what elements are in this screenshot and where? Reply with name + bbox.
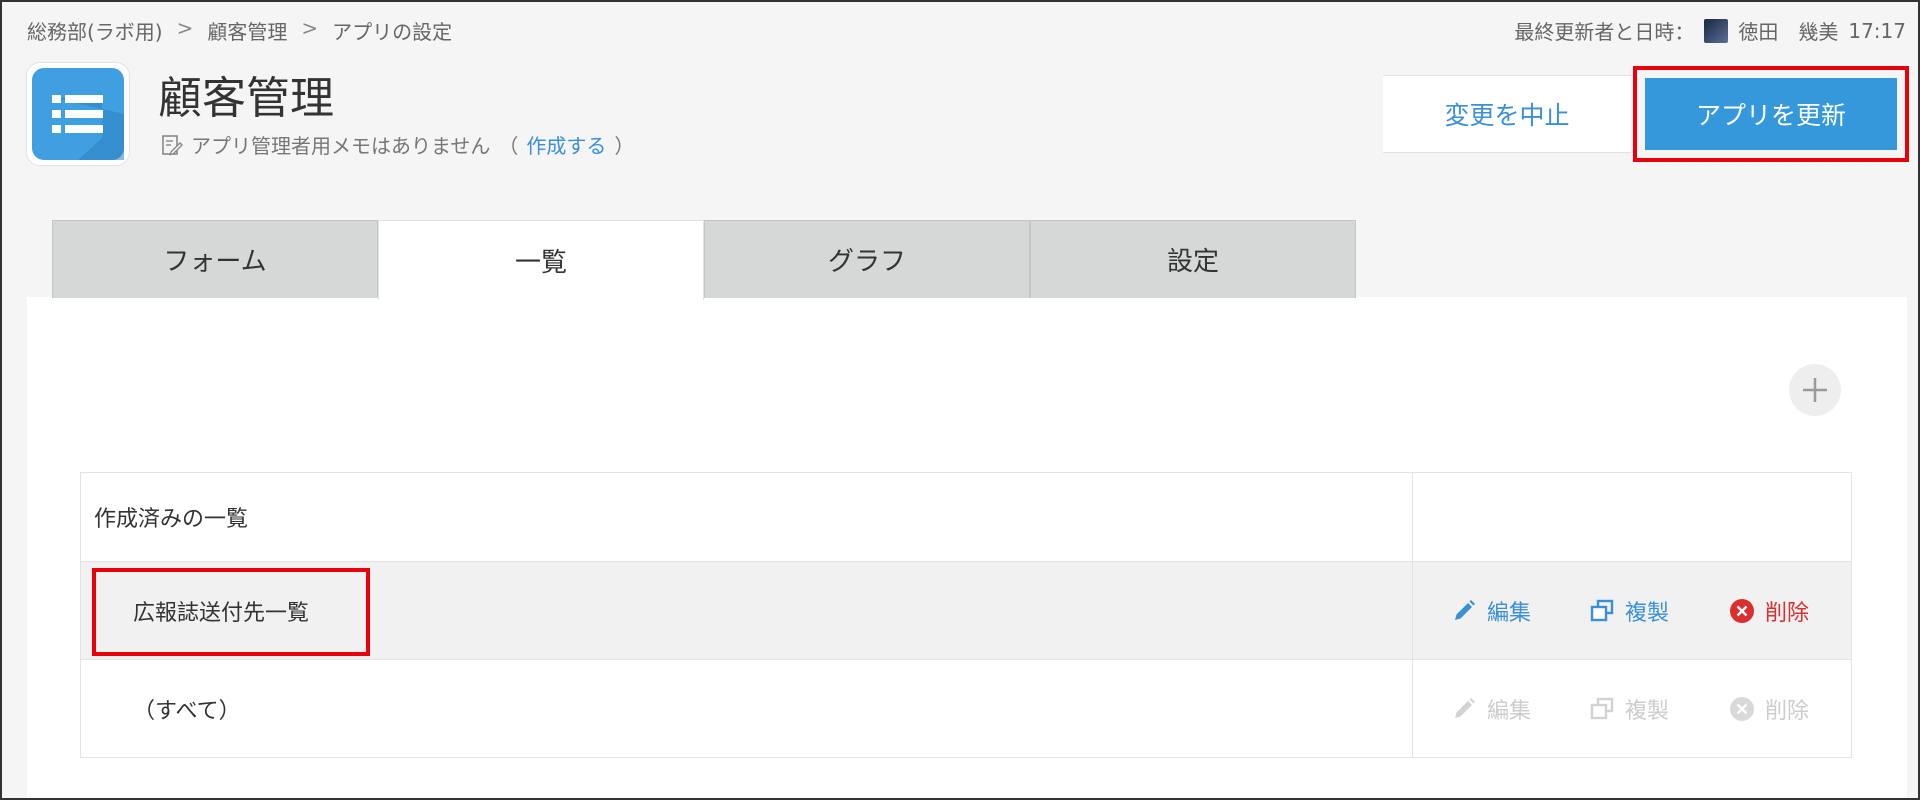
breadcrumb-separator: >: [176, 16, 194, 40]
delete-label: 削除: [1765, 600, 1810, 626]
last-updated-label: 最終更新者と日時：: [1514, 20, 1695, 44]
tab-graph[interactable]: グラフ: [704, 220, 1030, 298]
view-name-cell: （すべて）: [81, 660, 1413, 757]
last-updated-time: 17:17: [1848, 18, 1906, 43]
last-updated-info: 最終更新者と日時： 徳田 幾美 17:17: [1514, 16, 1906, 45]
cancel-area: 変更を中止: [1383, 75, 1631, 153]
create-memo-link[interactable]: 作成する: [526, 130, 606, 159]
copy-label: 複製: [1625, 698, 1670, 724]
views-table: 作成済みの一覧 広報誌送付先一覧 編集 複製 削除 （すべて） 編集 複製 削除: [80, 472, 1852, 758]
cancel-changes-button[interactable]: 変更を中止: [1444, 96, 1569, 132]
memo-text: アプリ管理者用メモはありません: [191, 134, 491, 158]
add-view-button[interactable]: [1789, 364, 1841, 416]
views-table-header: 作成済みの一覧: [81, 473, 1413, 561]
pencil-icon: [1455, 697, 1475, 718]
app-memo: アプリ管理者用メモはありません （ 作成する ）: [161, 130, 634, 159]
tab-settings[interactable]: 設定: [1030, 220, 1356, 298]
delete-view-button-disabled: 削除: [1729, 693, 1829, 725]
settings-tabs: フォーム 一覧 グラフ 設定: [52, 220, 1356, 300]
memo-paren-open: （: [498, 134, 519, 158]
copy-view-button[interactable]: 複製: [1589, 595, 1729, 627]
list-icon: [32, 68, 124, 160]
breadcrumb-separator: >: [301, 16, 319, 40]
copy-label: 複製: [1625, 600, 1670, 626]
edit-label: 編集: [1487, 698, 1532, 724]
update-highlight-box: アプリを更新: [1633, 66, 1909, 162]
table-row[interactable]: 広報誌送付先一覧 編集 複製 削除: [81, 561, 1851, 659]
breadcrumb-item-app[interactable]: 顧客管理: [207, 16, 287, 45]
breadcrumb-item-current: アプリの設定: [332, 20, 453, 44]
delete-circle-icon: [1730, 696, 1754, 721]
pencil-icon: [1455, 599, 1475, 620]
avatar: [1704, 18, 1729, 43]
row-actions: 編集 複製 削除: [1413, 562, 1851, 659]
edit-view-button-disabled: 編集: [1451, 693, 1589, 725]
memo-paren-close: ）: [614, 134, 635, 158]
copy-icon: [1590, 599, 1614, 621]
breadcrumb-item-dept[interactable]: 総務部(ラボ用): [27, 16, 163, 45]
breadcrumb: 総務部(ラボ用) > 顧客管理 > アプリの設定: [27, 16, 452, 45]
copy-view-button-disabled: 複製: [1589, 693, 1729, 725]
plus-icon: [1803, 378, 1827, 402]
view-name[interactable]: （すべて）: [81, 693, 241, 725]
memo-edit-icon: [162, 134, 183, 155]
copy-icon: [1590, 697, 1614, 719]
delete-circle-icon: [1730, 598, 1754, 623]
row-actions: 編集 複製 削除: [1413, 660, 1851, 757]
update-app-button[interactable]: アプリを更新: [1645, 78, 1897, 150]
table-row[interactable]: （すべて） 編集 複製 削除: [81, 659, 1851, 757]
edit-label: 編集: [1487, 600, 1532, 626]
page-title: 顧客管理: [158, 73, 334, 124]
tab-views[interactable]: 一覧: [378, 220, 704, 300]
header-actions-cell: [1413, 473, 1851, 561]
tab-form[interactable]: フォーム: [52, 220, 378, 298]
view-highlight-box: [92, 568, 370, 656]
app-icon-frame: [26, 62, 130, 166]
last-updated-user[interactable]: 徳田 幾美: [1738, 16, 1838, 45]
edit-view-button[interactable]: 編集: [1451, 595, 1589, 627]
delete-label: 削除: [1765, 698, 1810, 724]
delete-view-button[interactable]: 削除: [1729, 595, 1829, 627]
table-header-row: 作成済みの一覧: [81, 473, 1851, 561]
